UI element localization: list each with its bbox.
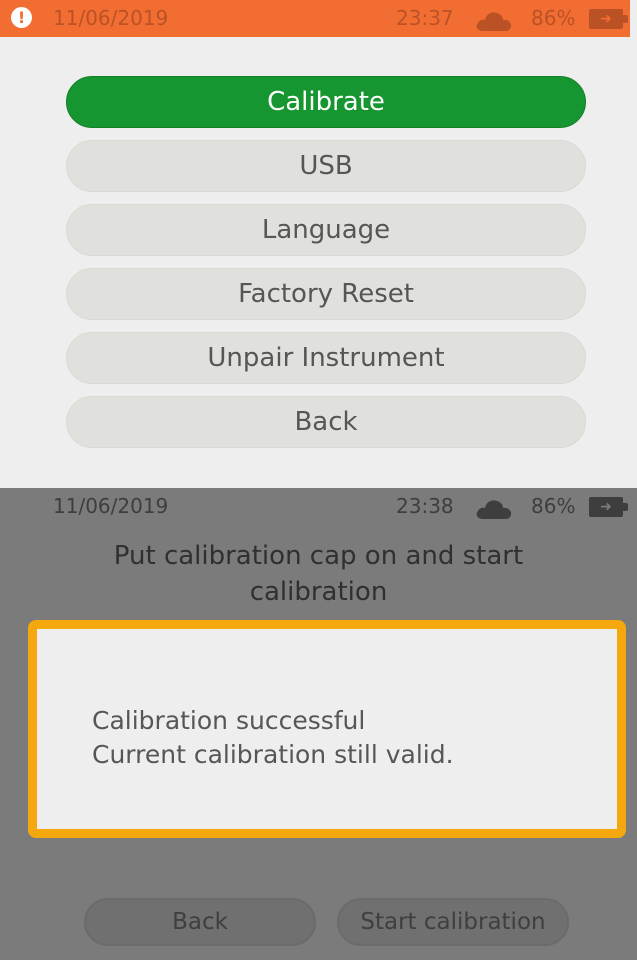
dialog-line-1: Calibration successful xyxy=(92,706,366,735)
status-bar: ! 11/06/2019 23:37 86% ➜ xyxy=(0,0,630,37)
status-date: 11/06/2019 xyxy=(53,6,169,30)
cloud-icon xyxy=(476,500,512,519)
battery-percent: 86% xyxy=(531,494,576,518)
calibration-screen: 11/06/2019 23:38 86% ➜ Put calibration c… xyxy=(0,488,637,960)
start-calibration-button[interactable]: Start calibration xyxy=(337,898,569,946)
menu-item-back[interactable]: Back xyxy=(66,396,586,448)
menu-item-unpair-instrument[interactable]: Unpair Instrument xyxy=(66,332,586,384)
status-date: 11/06/2019 xyxy=(53,494,169,518)
dialog-line-2: Current calibration still valid. xyxy=(92,740,454,769)
menu-item-usb[interactable]: USB xyxy=(66,140,586,192)
battery-percent: 86% xyxy=(531,6,576,30)
menu-item-calibrate[interactable]: Calibrate xyxy=(66,76,586,128)
menu-item-language[interactable]: Language xyxy=(66,204,586,256)
calibration-prompt: Put calibration cap on and start calibra… xyxy=(0,538,637,610)
status-time: 23:38 xyxy=(396,494,454,518)
settings-screen: ! 11/06/2019 23:37 86% ➜ Calibrate USB L… xyxy=(0,0,637,488)
battery-charging-icon: ➜ xyxy=(589,9,628,29)
cloud-icon xyxy=(476,12,512,31)
dialog-message: Calibration successful Current calibrati… xyxy=(92,704,454,772)
prompt-line-1: Put calibration cap on and start xyxy=(113,541,524,571)
calibration-result-dialog: Calibration successful Current calibrati… xyxy=(28,620,626,838)
back-button[interactable]: Back xyxy=(84,898,316,946)
menu-item-factory-reset[interactable]: Factory Reset xyxy=(66,268,586,320)
status-bar: 11/06/2019 23:38 86% ➜ xyxy=(0,488,630,525)
prompt-line-2: calibration xyxy=(249,577,388,607)
battery-charging-icon: ➜ xyxy=(589,497,628,517)
status-time: 23:37 xyxy=(396,6,454,30)
exclamation-alert-icon: ! xyxy=(11,7,32,28)
